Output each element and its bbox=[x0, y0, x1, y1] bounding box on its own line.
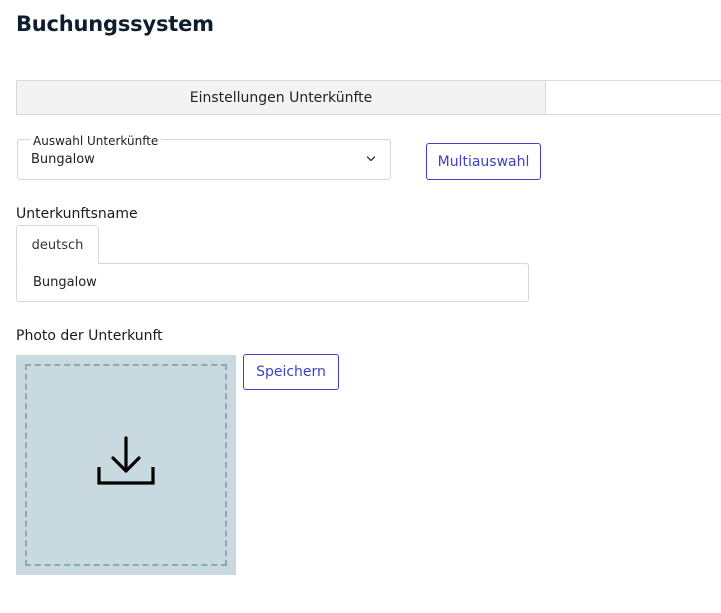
accommodation-select-label: Auswahl Unterkünfte bbox=[30, 134, 162, 148]
accommodation-select[interactable]: Auswahl Unterkünfte Bungalow bbox=[17, 134, 391, 180]
save-button[interactable]: Speichern bbox=[243, 354, 339, 390]
tab-bar: Einstellungen Unterkünfte bbox=[16, 80, 721, 115]
accommodation-select-value: Bungalow bbox=[31, 152, 95, 167]
multiselect-button[interactable]: Multiauswahl bbox=[426, 143, 541, 180]
accommodation-name-label: Unterkunftsname bbox=[16, 206, 138, 222]
tab-bar-spacer bbox=[546, 81, 721, 114]
photo-dropzone[interactable] bbox=[16, 355, 236, 575]
photo-label: Photo der Unterkunft bbox=[16, 328, 163, 344]
page-title: Buchungssystem bbox=[16, 12, 214, 36]
language-tab-deutsch[interactable]: deutsch bbox=[16, 225, 99, 264]
accommodation-name-input[interactable] bbox=[16, 263, 529, 302]
download-icon bbox=[97, 436, 155, 485]
chevron-down-icon bbox=[366, 156, 376, 162]
tab-einstellungen-unterkuenfte[interactable]: Einstellungen Unterkünfte bbox=[17, 81, 546, 114]
